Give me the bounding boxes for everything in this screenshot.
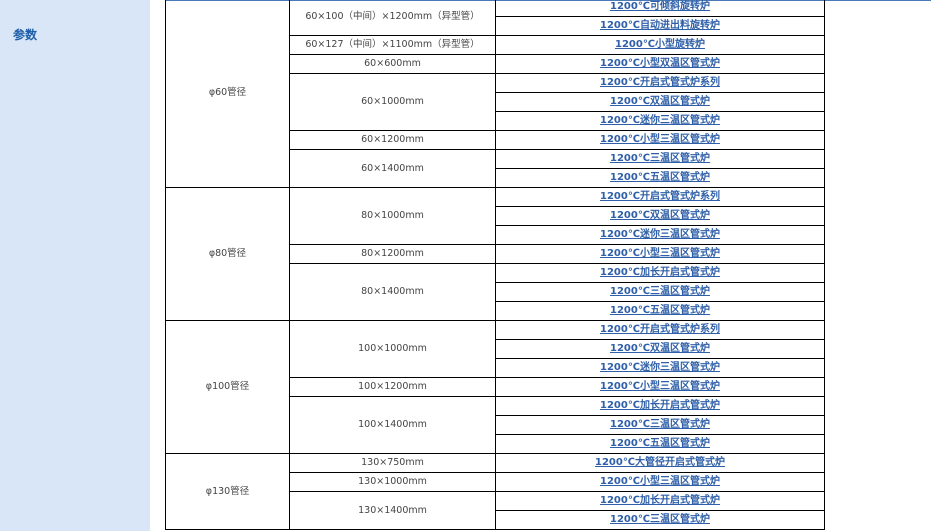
- size-cell: 130×1400mm: [289, 491, 496, 530]
- model-cell: 1200℃三温区管式炉: [495, 282, 825, 302]
- model-cell: 1200℃五温区管式炉: [495, 168, 825, 188]
- model-cell: 1200℃迷你三温区管式炉: [495, 225, 825, 245]
- table-row: φ80管径 80×1000mm 1200℃开启式管式炉系列: [165, 187, 825, 321]
- size-cell: 60×100（中间）×1200mm（异型管）: [289, 0, 496, 36]
- model-link[interactable]: 1200℃加长开启式管式炉: [600, 267, 720, 278]
- size-cell: 130×750mm: [289, 453, 496, 473]
- size-cell: 80×1000mm: [289, 187, 496, 245]
- model-cell: 1200℃开启式管式炉系列: [495, 320, 825, 340]
- model-cell: 1200℃小型三温区管式炉: [495, 472, 825, 492]
- model-cell: 1200℃小型三温区管式炉: [495, 130, 825, 150]
- size-cell: 100×1400mm: [289, 396, 496, 454]
- sidebar-label: 参数: [13, 28, 38, 42]
- model-cell: 1200℃大管径开启式管式炉: [495, 453, 825, 473]
- model-link[interactable]: 1200℃迷你三温区管式炉: [600, 362, 720, 373]
- sidebar: 参数: [0, 0, 150, 531]
- model-link[interactable]: 1200℃小型旋转炉: [615, 39, 705, 50]
- model-cell: 1200℃双温区管式炉: [495, 339, 825, 359]
- table-row: φ130管径 130×750mm 1200℃大管径开启式管式炉: [165, 453, 825, 530]
- model-cell: 1200℃加长开启式管式炉: [495, 491, 825, 511]
- diameter-cell: φ80管径: [165, 187, 290, 321]
- model-link[interactable]: 1200℃五温区管式炉: [610, 305, 710, 316]
- model-link[interactable]: 1200℃自动进出料旋转炉: [600, 20, 720, 31]
- model-cell: 1200℃迷你三温区管式炉: [495, 111, 825, 131]
- model-cell: 1200℃加长开启式管式炉: [495, 263, 825, 283]
- model-link[interactable]: 1200℃三温区管式炉: [610, 514, 710, 525]
- table-row: φ60管径 60×100（中间）×1200mm（异型管） 1200℃可倾斜旋转炉: [165, 0, 825, 188]
- model-link[interactable]: 1200℃开启式管式炉系列: [600, 191, 720, 202]
- model-link[interactable]: 1200℃可倾斜旋转炉: [610, 1, 710, 12]
- size-cell: 80×1400mm: [289, 263, 496, 321]
- size-cell: 80×1200mm: [289, 244, 496, 264]
- size-cell: 60×1200mm: [289, 130, 496, 150]
- model-cell: 1200℃五温区管式炉: [495, 434, 825, 454]
- model-link[interactable]: 1200℃双温区管式炉: [610, 343, 710, 354]
- size-cell: 130×1000mm: [289, 472, 496, 492]
- diameter-cell: φ130管径: [165, 453, 290, 530]
- model-cell: 1200℃可倾斜旋转炉: [495, 0, 825, 17]
- diameter-cell: φ60管径: [165, 0, 290, 188]
- model-link[interactable]: 1200℃开启式管式炉系列: [600, 77, 720, 88]
- spec-table: φ60管径 60×100（中间）×1200mm（异型管） 1200℃可倾斜旋转炉 12…: [165, 0, 825, 530]
- table-row: φ100管径 100×1000mm 1200℃开启式管式炉系列: [165, 320, 825, 454]
- size-cell: 60×127（中间）×1100mm（异型管）: [289, 35, 496, 55]
- model-cell: 1200℃双温区管式炉: [495, 92, 825, 112]
- model-link[interactable]: 1200℃迷你三温区管式炉: [600, 115, 720, 126]
- model-link[interactable]: 1200℃三温区管式炉: [610, 286, 710, 297]
- diameter-cell: φ100管径: [165, 320, 290, 454]
- model-cell: 1200℃开启式管式炉系列: [495, 187, 825, 207]
- size-cell: 60×1400mm: [289, 149, 496, 188]
- model-link[interactable]: 1200℃三温区管式炉: [610, 419, 710, 430]
- model-link[interactable]: 1200℃小型三温区管式炉: [600, 476, 720, 487]
- model-cell: 1200℃五温区管式炉: [495, 301, 825, 321]
- size-cell: 100×1200mm: [289, 377, 496, 397]
- model-cell: 1200℃小型旋转炉: [495, 35, 825, 55]
- model-cell: 1200℃开启式管式炉系列: [495, 73, 825, 93]
- model-link[interactable]: 1200℃小型三温区管式炉: [600, 248, 720, 259]
- size-cell: 100×1000mm: [289, 320, 496, 378]
- model-cell: 1200℃小型三温区管式炉: [495, 377, 825, 397]
- model-link[interactable]: 1200℃五温区管式炉: [610, 438, 710, 449]
- model-cell: 1200℃双温区管式炉: [495, 206, 825, 226]
- model-link[interactable]: 1200℃迷你三温区管式炉: [600, 229, 720, 240]
- model-link[interactable]: 1200℃开启式管式炉系列: [600, 324, 720, 335]
- size-cell: 60×1000mm: [289, 73, 496, 131]
- model-cell: 1200℃小型三温区管式炉: [495, 244, 825, 264]
- model-cell: 1200℃三温区管式炉: [495, 510, 825, 530]
- model-link[interactable]: 1200℃加长开启式管式炉: [600, 400, 720, 411]
- model-link[interactable]: 1200℃小型三温区管式炉: [600, 381, 720, 392]
- model-link[interactable]: 1200℃小型三温区管式炉: [600, 134, 720, 145]
- model-link[interactable]: 1200℃五温区管式炉: [610, 172, 710, 183]
- model-cell: 1200℃三温区管式炉: [495, 149, 825, 169]
- model-cell: 1200℃三温区管式炉: [495, 415, 825, 435]
- model-link[interactable]: 1200℃加长开启式管式炉: [600, 495, 720, 506]
- size-cell: 60×600mm: [289, 54, 496, 74]
- model-cell: 1200℃加长开启式管式炉: [495, 396, 825, 416]
- model-cell: 1200℃小型双温区管式炉: [495, 54, 825, 74]
- model-link[interactable]: 1200℃小型双温区管式炉: [600, 58, 720, 69]
- model-link[interactable]: 1200℃双温区管式炉: [610, 210, 710, 221]
- model-cell: 1200℃迷你三温区管式炉: [495, 358, 825, 378]
- model-link[interactable]: 1200℃三温区管式炉: [610, 153, 710, 164]
- model-link[interactable]: 1200℃双温区管式炉: [610, 96, 710, 107]
- model-cell: 1200℃自动进出料旋转炉: [495, 16, 825, 36]
- spec-table-body: φ60管径 60×100（中间）×1200mm（异型管） 1200℃可倾斜旋转炉 12…: [165, 0, 825, 530]
- model-link[interactable]: 1200℃大管径开启式管式炉: [595, 457, 725, 468]
